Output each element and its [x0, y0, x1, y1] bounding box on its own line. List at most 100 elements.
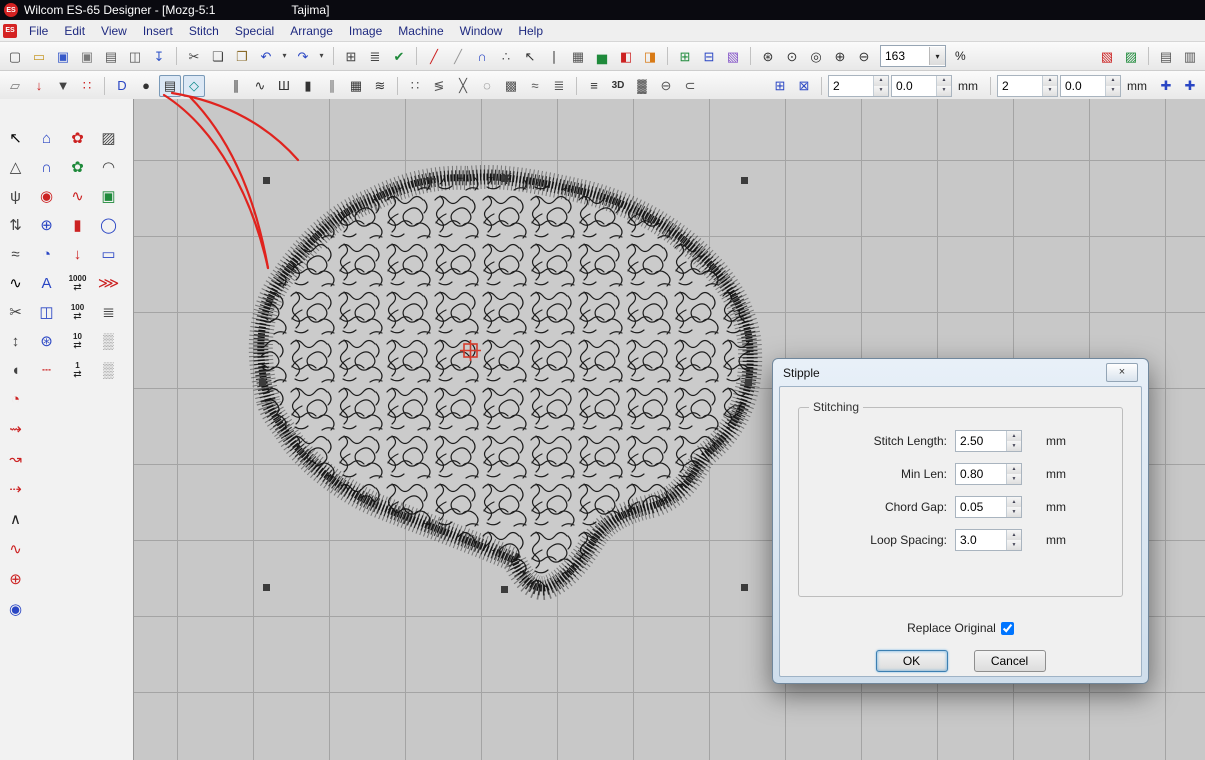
circle-tool[interactable]: ◉	[35, 185, 58, 208]
menu-item-view[interactable]: View	[93, 22, 135, 40]
penetrations-icon[interactable]: ↓	[28, 75, 50, 97]
remove-overlaps-icon[interactable]: ⊖	[655, 75, 677, 97]
redo-icon[interactable]: ↷	[292, 45, 314, 67]
document-icon[interactable]: ES	[3, 24, 17, 38]
cut-icon[interactable]: ✂	[183, 45, 205, 67]
digitize-closed-tool[interactable]: ⌂	[35, 127, 58, 150]
patch-tool[interactable]: ▒	[97, 330, 120, 353]
stitch-run-red-icon[interactable]: ╱	[423, 45, 445, 67]
export-machine-file-icon[interactable]: ↧	[148, 45, 170, 67]
dotted-run-tool[interactable]: ┄	[35, 359, 58, 382]
chord-gap-input[interactable]	[956, 497, 1006, 517]
mirror-pair-tool[interactable]: ◫	[35, 301, 58, 324]
save-all-icon[interactable]: ▣	[76, 45, 98, 67]
print-summary-icon[interactable]: ▤	[1155, 45, 1177, 67]
open-design-icon[interactable]: ▭	[28, 45, 50, 67]
start-point-tool[interactable]: ⊕	[4, 568, 27, 591]
object-details-icon[interactable]: ≡	[583, 75, 605, 97]
zoom-to-fit-icon[interactable]: ⊛	[757, 45, 779, 67]
zoom-in-icon[interactable]: ⊕	[829, 45, 851, 67]
zigzag-tool[interactable]: ∿	[4, 272, 27, 295]
stitch-dots-icon[interactable]: ∴	[495, 45, 517, 67]
angle-run-tool[interactable]: ∧	[4, 508, 27, 531]
spinner-up[interactable]: ▲	[1043, 76, 1057, 86]
scissors-tool[interactable]: ✂	[4, 301, 27, 324]
ripple-fill-icon[interactable]: ◌	[476, 75, 498, 97]
spinner-down[interactable]: ▼	[1106, 86, 1120, 96]
zoom-dropdown-arrow-icon[interactable]: ▾	[929, 47, 945, 65]
density-chart-icon[interactable]: ▅	[591, 45, 613, 67]
stitch-angle-tool[interactable]: ⇅	[4, 214, 27, 237]
branching-icon[interactable]: ⊂	[679, 75, 701, 97]
pointer-down-icon[interactable]: ▼	[52, 75, 74, 97]
spinner-up[interactable]: ▲	[1007, 431, 1021, 441]
stitch-curve-icon[interactable]: ∩	[471, 45, 493, 67]
color-chart-icon[interactable]: ◧	[615, 45, 637, 67]
column-tool[interactable]: ▮	[66, 214, 89, 237]
ring-tool[interactable]: ◔	[4, 388, 27, 411]
e-stitch-icon[interactable]: Ш	[273, 75, 295, 97]
digitize-open-tool[interactable]: ∩	[35, 156, 58, 179]
loop-spacing-input[interactable]	[956, 530, 1006, 550]
menu-item-insert[interactable]: Insert	[135, 22, 181, 40]
program-split-icon[interactable]: ≋	[369, 75, 391, 97]
3d-view-icon[interactable]: 3D	[607, 75, 629, 97]
menu-item-machine[interactable]: Machine	[390, 22, 451, 40]
tatami-fill-icon[interactable]: ▦	[345, 75, 367, 97]
travel-1000-stitches[interactable]: 1000⇄	[66, 272, 89, 295]
auto-digitize-icon[interactable]: D	[111, 75, 133, 97]
insert-design-icon[interactable]: ⊞	[340, 45, 362, 67]
cross-hatch-icon[interactable]: ╳	[452, 75, 474, 97]
color-film-icon[interactable]: ▧	[1096, 45, 1118, 67]
flower-fill-tool[interactable]: ✿	[66, 127, 89, 150]
new-design-icon[interactable]: ▢	[4, 45, 26, 67]
run-fast-tool[interactable]: ⋙	[97, 272, 120, 295]
rectangle-tool[interactable]: ▭	[97, 243, 120, 266]
stipple-outline-icon[interactable]: ◇	[183, 75, 205, 97]
texture-icon[interactable]: ▓	[631, 75, 653, 97]
menu-item-special[interactable]: Special	[227, 22, 282, 40]
pointer-icon[interactable]: ↖	[519, 45, 541, 67]
zoom-box-icon[interactable]: ⊙	[781, 45, 803, 67]
satin-stitch-icon[interactable]: ▮	[297, 75, 319, 97]
stitch-marks-icon[interactable]: ∷	[76, 75, 98, 97]
design-properties-icon[interactable]: ≣	[364, 45, 386, 67]
show-image-icon[interactable]: ▧	[722, 45, 744, 67]
show-hoop-icon[interactable]: ⊟	[698, 45, 720, 67]
ok-button[interactable]: OK	[876, 650, 948, 672]
stitch-length-input[interactable]	[956, 431, 1006, 451]
tatami-rails-icon[interactable]: ∥	[321, 75, 343, 97]
replace-original-checkbox[interactable]	[1001, 622, 1014, 635]
arc-tool[interactable]: ◠	[97, 156, 120, 179]
column-spacing-input[interactable]	[998, 76, 1042, 96]
ladder-tool[interactable]: ≣	[97, 301, 120, 324]
ellipse-tool[interactable]: ◯	[97, 214, 120, 237]
grid-reference-icon[interactable]: ⊠	[793, 75, 815, 97]
spinner-up[interactable]: ▲	[874, 76, 888, 86]
end-point-tool[interactable]: ◉	[4, 598, 27, 621]
zigzag-column-tool[interactable]: ∿	[66, 185, 89, 208]
select-tool[interactable]: ↖	[4, 127, 27, 150]
travel-1-stitch[interactable]: 1⇄	[66, 359, 89, 382]
stitch-run-b-tool[interactable]: ↝	[4, 448, 27, 471]
paste-icon[interactable]: ❐	[231, 45, 253, 67]
spinner-down[interactable]: ▼	[1007, 474, 1021, 484]
single-run-icon[interactable]: ∥	[225, 75, 247, 97]
min-len-input[interactable]	[956, 464, 1006, 484]
menu-item-file[interactable]: File	[21, 22, 56, 40]
stitch-effects-icon[interactable]: ≣	[548, 75, 570, 97]
stitch-run-a-tool[interactable]: ⇝	[4, 418, 27, 441]
options-icon[interactable]: ▥	[1179, 45, 1201, 67]
frame-tool[interactable]: ▣	[97, 185, 120, 208]
menu-item-window[interactable]: Window	[452, 22, 511, 40]
spinner-up[interactable]: ▲	[937, 76, 951, 86]
spinner-down[interactable]: ▼	[1043, 86, 1057, 96]
fur-effect-tool[interactable]: ≈	[4, 243, 27, 266]
spinner-down[interactable]: ▼	[937, 86, 951, 96]
center-design-icon[interactable]: ✚	[1179, 75, 1201, 97]
copy-icon[interactable]: ❏	[207, 45, 229, 67]
travel-100-stitches[interactable]: 100⇄	[66, 301, 89, 324]
show-grid-icon[interactable]: ⊞	[674, 45, 696, 67]
stitch-run-outline-icon[interactable]: ╱	[447, 45, 469, 67]
print-preview-icon[interactable]: ◫	[124, 45, 146, 67]
